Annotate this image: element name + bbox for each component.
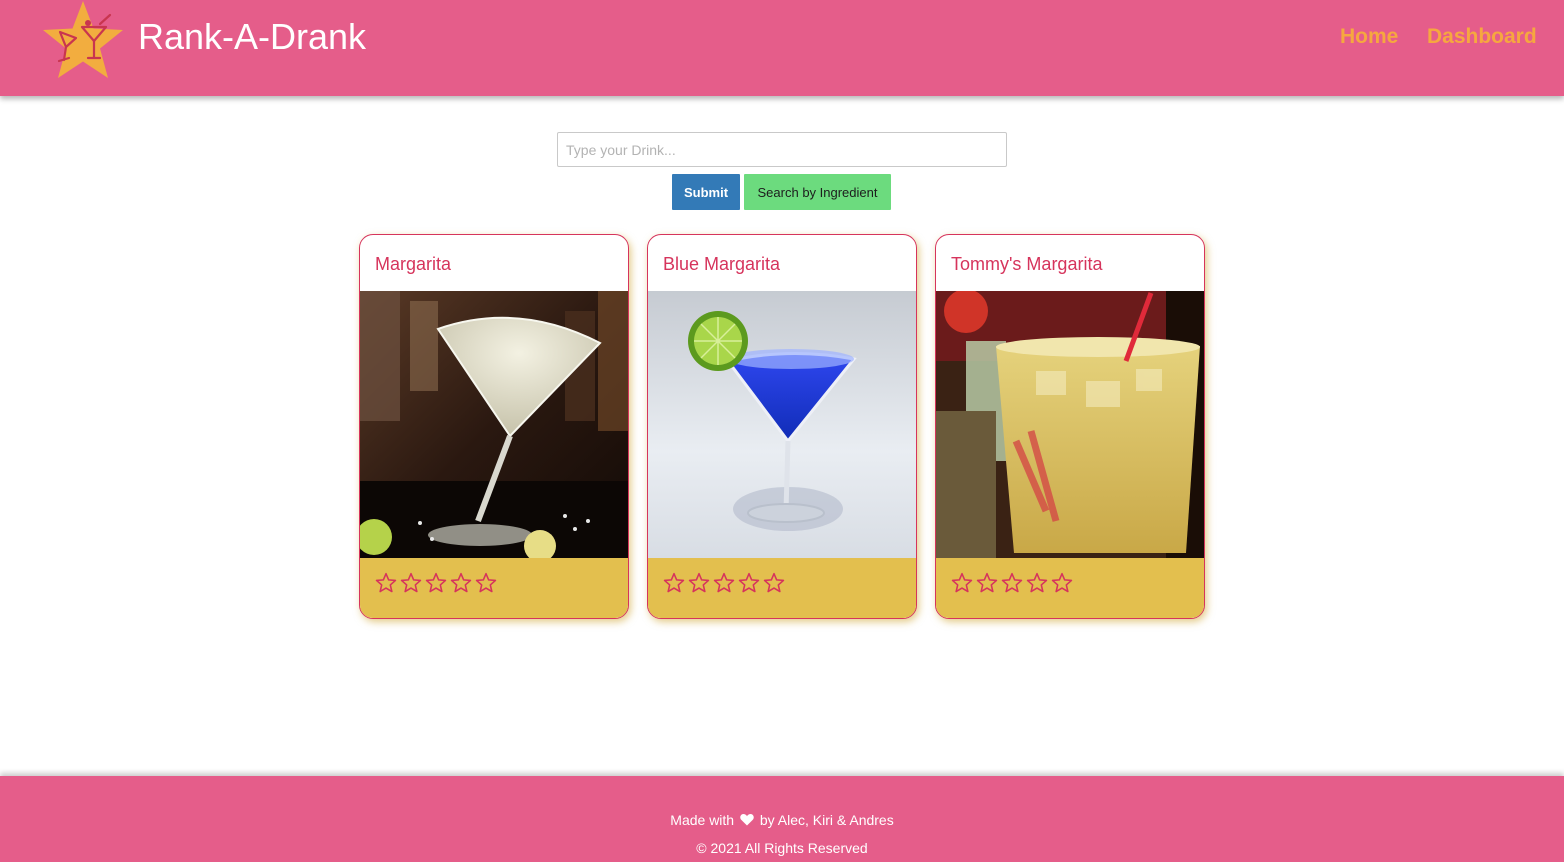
star-cocktail-logo-icon[interactable] bbox=[40, 0, 126, 82]
drink-card-title[interactable]: Blue Margarita bbox=[663, 254, 780, 274]
drink-card[interactable]: Blue Margarita bbox=[647, 234, 917, 619]
navbar: Rank-A-Drank Home Dashboard bbox=[0, 0, 1564, 96]
rating-bar bbox=[648, 558, 916, 618]
rating-bar bbox=[936, 558, 1204, 618]
star-icon[interactable] bbox=[713, 572, 735, 594]
drink-search-input[interactable] bbox=[557, 132, 1007, 167]
star-icon[interactable] bbox=[1001, 572, 1023, 594]
star-icon[interactable] bbox=[1051, 572, 1073, 594]
drink-card[interactable]: Margarita bbox=[359, 234, 629, 619]
drink-card-title[interactable]: Tommy's Margarita bbox=[951, 254, 1102, 274]
blue-margarita-photo[interactable] bbox=[648, 291, 916, 558]
star-rating bbox=[375, 572, 497, 594]
copyright: © 2021 All Rights Reserved bbox=[696, 840, 868, 856]
footer-credits: Made with by Alec, Kiri & Andres bbox=[0, 812, 1564, 828]
made-with-text: Made with bbox=[670, 812, 735, 828]
rating-bar bbox=[360, 558, 628, 618]
star-icon[interactable] bbox=[400, 572, 422, 594]
star-rating bbox=[951, 572, 1073, 594]
star-icon[interactable] bbox=[688, 572, 710, 594]
tommys-margarita-photo[interactable] bbox=[936, 291, 1204, 558]
star-icon[interactable] bbox=[976, 572, 998, 594]
drink-card[interactable]: Tommy's Margarita bbox=[935, 234, 1205, 619]
star-icon[interactable] bbox=[951, 572, 973, 594]
star-icon[interactable] bbox=[738, 572, 760, 594]
star-icon[interactable] bbox=[475, 572, 497, 594]
drink-card-title[interactable]: Margarita bbox=[375, 254, 451, 274]
submit-button[interactable]: Submit bbox=[672, 174, 740, 210]
star-icon[interactable] bbox=[763, 572, 785, 594]
search-by-ingredient-button[interactable]: Search by Ingredient bbox=[744, 174, 891, 210]
star-icon[interactable] bbox=[450, 572, 472, 594]
star-icon[interactable] bbox=[663, 572, 685, 594]
heart-icon bbox=[740, 814, 754, 826]
site-title[interactable]: Rank-A-Drank bbox=[138, 17, 366, 57]
footer: Made with by Alec, Kiri & Andres © 2021 … bbox=[0, 776, 1564, 862]
star-icon[interactable] bbox=[375, 572, 397, 594]
star-rating bbox=[663, 572, 785, 594]
margarita-photo[interactable] bbox=[360, 291, 628, 558]
star-icon[interactable] bbox=[425, 572, 447, 594]
authors-text: by Alec, Kiri & Andres bbox=[759, 812, 894, 828]
nav-link-dashboard[interactable]: Dashboard bbox=[1427, 25, 1537, 49]
star-icon[interactable] bbox=[1026, 572, 1048, 594]
nav-link-home[interactable]: Home bbox=[1340, 25, 1398, 49]
